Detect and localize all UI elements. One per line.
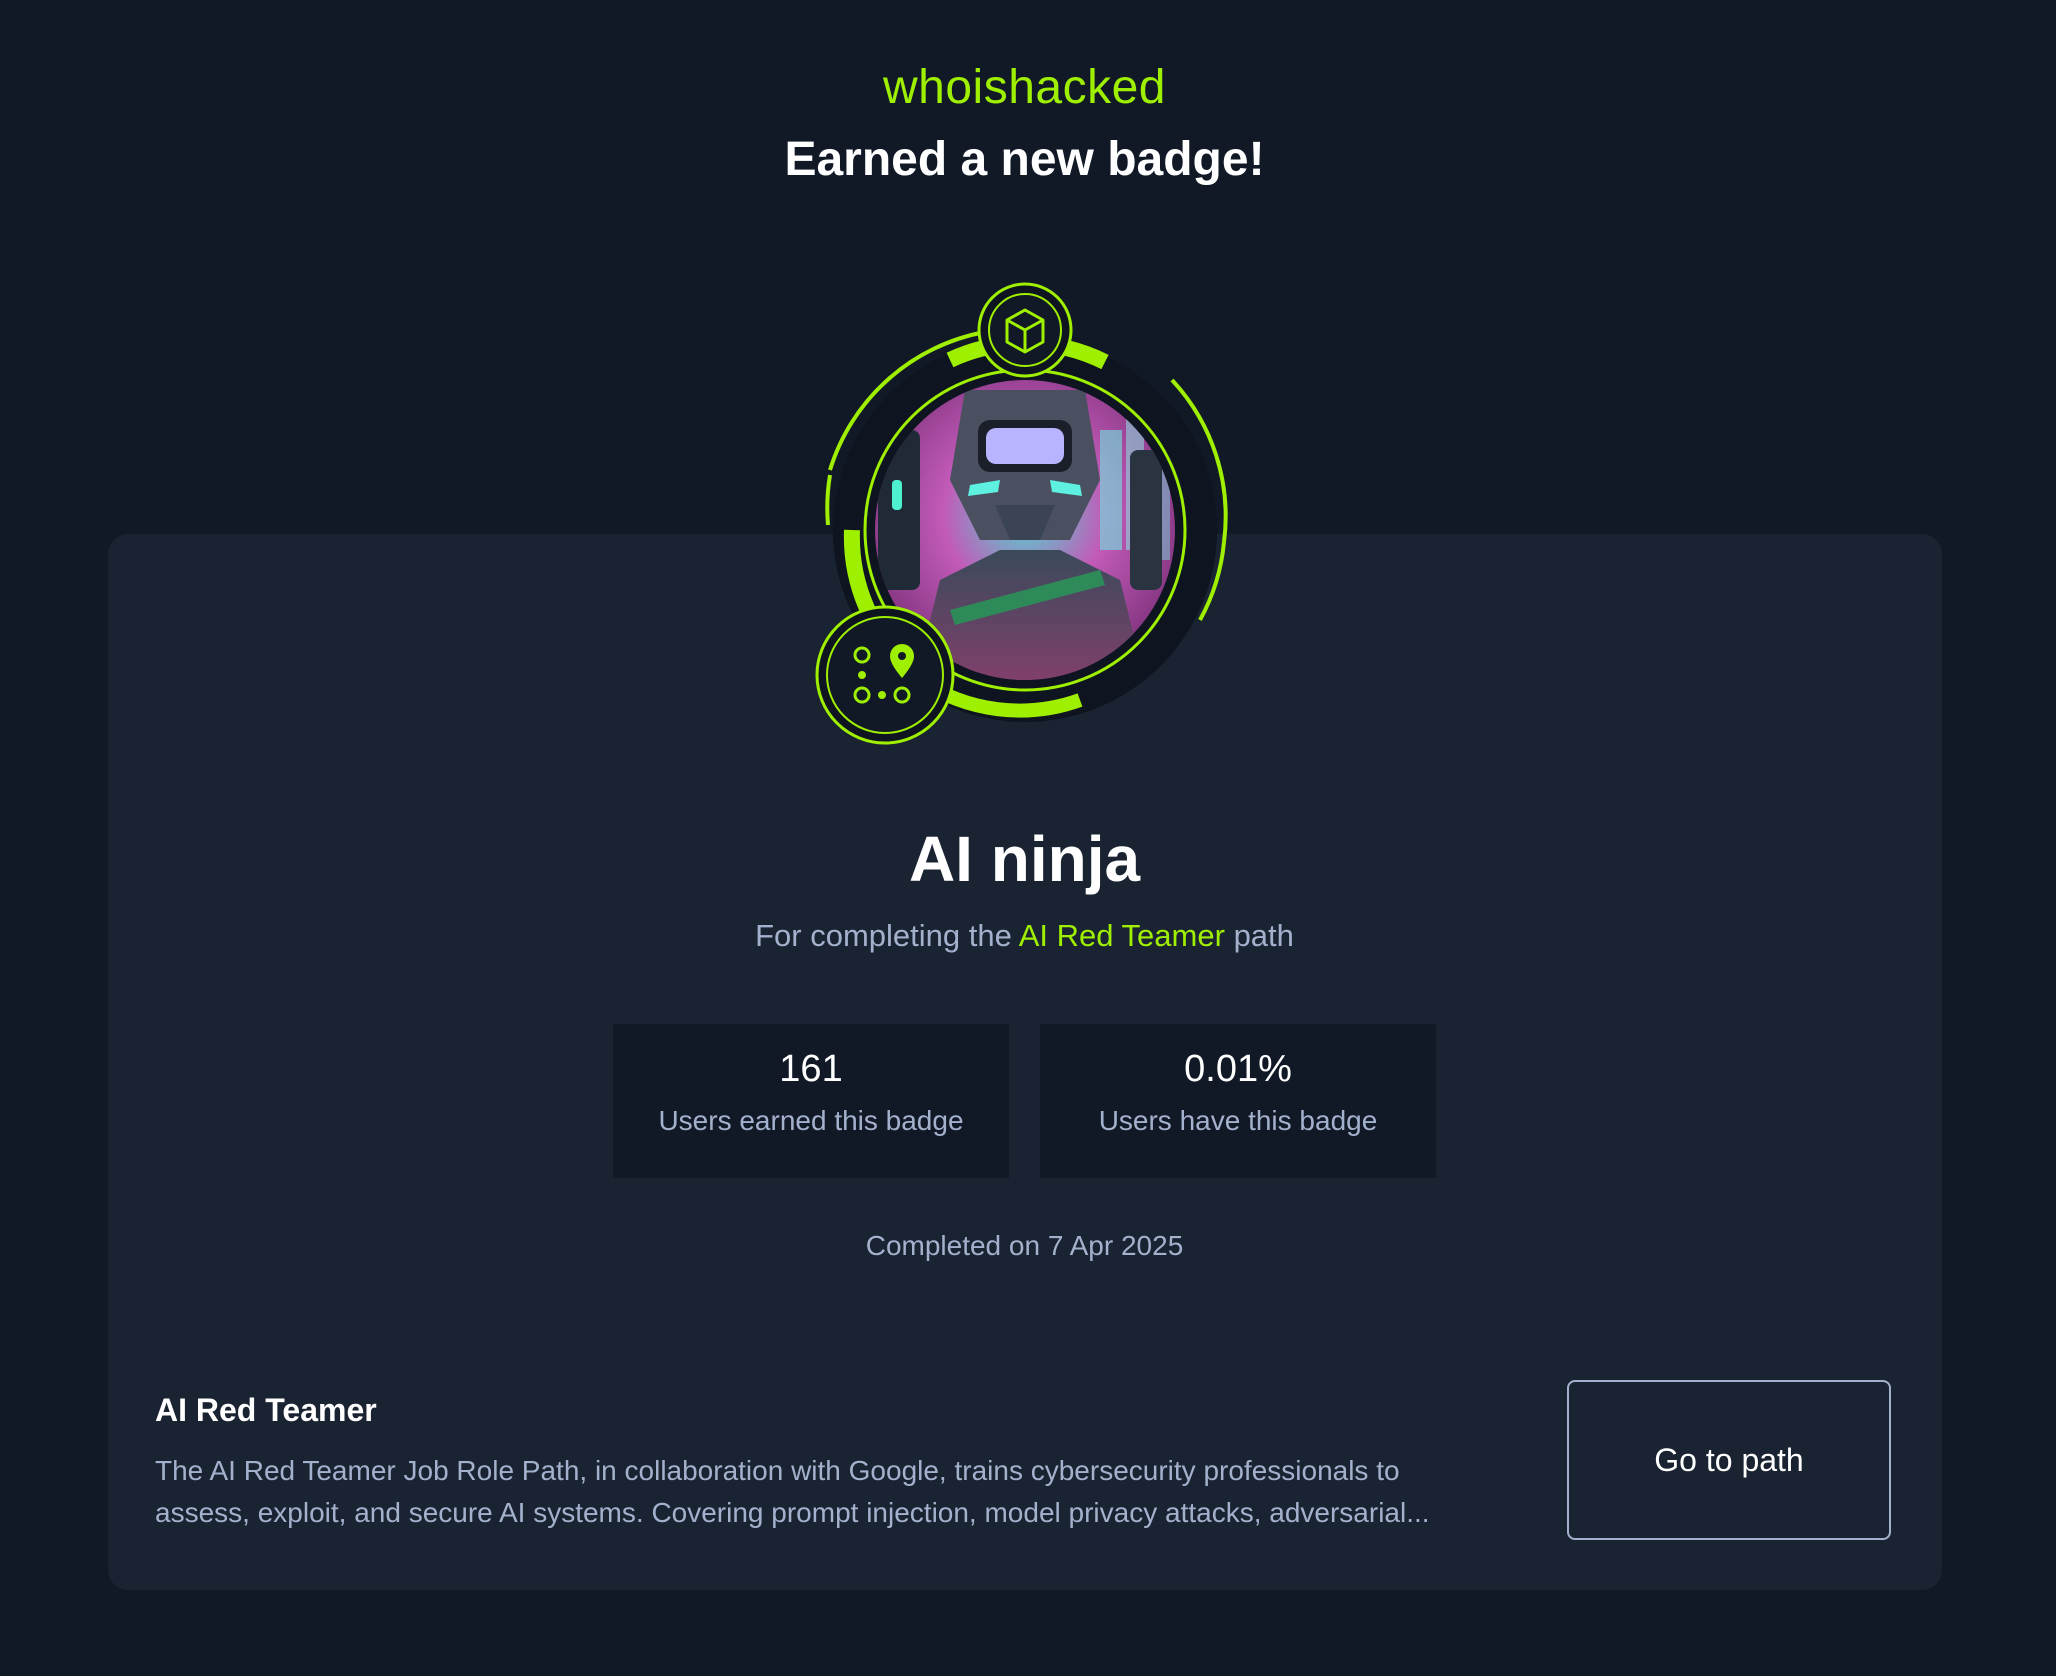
badge-subtitle: For completing the AI Red Teamer path — [0, 918, 2049, 954]
path-title: AI Red Teamer — [155, 1392, 377, 1428]
badge-title: AI ninja — [908, 823, 1141, 895]
username[interactable]: whoishacked — [0, 60, 2049, 115]
stat-value: 161 — [779, 1048, 843, 1090]
stat-users-earned: 161 Users earned this badge — [613, 1024, 1009, 1178]
subtitle-suffix: path — [1233, 918, 1294, 953]
badge-page: whoishacked Earned a new badge! AI ninja… — [0, 0, 2056, 1676]
headline: Earned a new badge! — [784, 133, 1265, 186]
go-to-path-button[interactable]: Go to path — [1567, 1380, 1891, 1540]
badge-artwork — [815, 282, 1228, 745]
stat-users-have: 0.01% Users have this badge — [1040, 1024, 1436, 1178]
stat-value: 0.01% — [1184, 1048, 1292, 1090]
completed-date: Completed on 7 Apr 2025 — [865, 1230, 1184, 1261]
stat-label: Users earned this badge — [658, 1105, 964, 1136]
subtitle-prefix: For completing the — [755, 918, 1012, 953]
stat-label: Users have this badge — [1098, 1105, 1378, 1136]
path-link[interactable]: AI Red Teamer — [1019, 918, 1225, 953]
badge-emblem — [800, 280, 1260, 760]
path-description: The AI Red Teamer Job Role Path, in coll… — [155, 1455, 1430, 1528]
